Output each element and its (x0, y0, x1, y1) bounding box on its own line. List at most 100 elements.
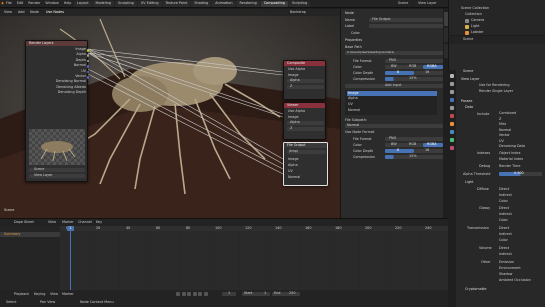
color-mode-rgba[interactable]: RGBA (423, 64, 443, 69)
render-layers-layer-field[interactable]: View Layer (29, 173, 85, 178)
file-format-dropdown-2[interactable]: PNG (385, 136, 443, 141)
dope-sheet-key-menu[interactable]: Key (96, 220, 102, 224)
viewer-use-alpha[interactable]: Use Alpha (288, 109, 305, 113)
inputs-list-item-image[interactable]: Image (347, 91, 437, 96)
summary-channel[interactable]: Summary (0, 232, 60, 237)
render-layers-scene-field[interactable]: Scene (29, 167, 85, 172)
menu-help[interactable]: Help (64, 1, 72, 5)
tab-compositing[interactable]: Compositing (260, 1, 289, 7)
other-environment[interactable]: Environment (499, 266, 521, 270)
use-node-format-checkbox[interactable]: Use Node Format (345, 130, 374, 134)
tab-texture-paint[interactable]: Texture Paint (162, 1, 191, 7)
color-depth-8[interactable]: 8 (385, 70, 414, 75)
render-tab-icon[interactable] (450, 82, 454, 86)
other-emission[interactable]: Emission (499, 260, 514, 264)
compositor-node-editor[interactable]: View Add Node Use Nodes Backdrop Render … (0, 9, 340, 218)
base-path-field[interactable]: C:\Users\User\Desktop\renders\ (345, 51, 443, 55)
tab-sculpting[interactable]: Sculpting (114, 1, 137, 7)
node-name-field[interactable]: File Output (369, 17, 443, 22)
tab-animation[interactable]: Animation (212, 1, 236, 7)
jump-start-icon[interactable] (176, 292, 180, 296)
light-subpanel-heading[interactable]: Light (465, 180, 473, 184)
volume-direct[interactable]: Direct (499, 246, 509, 250)
inputs-list-item-alpha[interactable]: Alpha (348, 96, 358, 100)
tab-layout[interactable]: Layout (74, 1, 92, 7)
menu-window[interactable]: Window (45, 1, 58, 5)
marker-menu[interactable]: Marker (62, 292, 74, 296)
glossy-direct[interactable]: Direct (499, 206, 509, 210)
dope-sheet[interactable]: Dope Sheet View Marker Channel Key Summa… (0, 218, 448, 299)
color-mode-rgb[interactable]: RGB (404, 64, 423, 69)
file-output-base-path[interactable]: /tmp/ (287, 149, 326, 154)
keying-menu[interactable]: Keying (34, 292, 45, 296)
compression-slider[interactable]: 15% (385, 76, 443, 81)
composite-use-alpha[interactable]: Use Alpha (288, 67, 305, 71)
jump-end-icon[interactable] (203, 292, 208, 296)
viewer-node[interactable]: Viewer Use Alpha Image Alpha Z (283, 102, 326, 140)
menu-edit[interactable]: Edit (17, 1, 24, 5)
glossy-indirect[interactable]: Indirect (499, 212, 512, 216)
menu-file[interactable]: File (6, 1, 12, 5)
view-layer-selector[interactable]: View Layer (418, 1, 437, 5)
data-tab-icon[interactable] (450, 138, 454, 142)
current-frame-indicator[interactable]: 1 (67, 226, 74, 231)
file-subpath-field[interactable]: Normal (345, 123, 443, 128)
transmission-color[interactable]: Color (499, 238, 508, 242)
node-panel-heading[interactable]: Node (345, 11, 354, 15)
color-depth-16[interactable]: 16 (414, 70, 443, 75)
color-mode-rgb-2[interactable]: RGB (404, 142, 423, 147)
viewer-header[interactable]: Viewer (284, 103, 325, 108)
data-subpanel-heading[interactable]: Data (465, 105, 473, 109)
view-layer-panel-heading[interactable]: View Layer (461, 77, 480, 81)
play-reverse-icon[interactable] (187, 292, 191, 296)
file-output-node[interactable]: File Output /tmp/ Image Alpha UV Normal (283, 142, 328, 186)
inputs-list[interactable]: Image Alpha UV Normal (345, 90, 437, 115)
modifier-tab-icon[interactable] (450, 130, 454, 134)
view-menu[interactable]: View (50, 292, 58, 296)
socket-image[interactable] (86, 49, 89, 52)
inputs-list-item-normal[interactable]: Normal (348, 108, 360, 112)
color-checkbox[interactable]: Color (351, 31, 360, 35)
color-depth-8-2[interactable]: 8 (385, 148, 414, 153)
output-tab-icon[interactable] (450, 90, 454, 94)
outliner-item-light[interactable]: Light (471, 24, 479, 28)
properties-heading[interactable]: Properties (345, 38, 362, 42)
start-frame-field[interactable]: Start 1 (242, 291, 270, 296)
socket-vector[interactable] (86, 76, 89, 79)
end-frame-field[interactable]: End 250 (272, 291, 300, 296)
socket-uv[interactable] (86, 70, 89, 74)
passes-panel-heading[interactable]: Passes (461, 99, 472, 103)
keyframe-area[interactable] (60, 231, 448, 290)
render-layers-node[interactable]: Render Layers Image Alpha Depth Normal U… (25, 40, 89, 182)
scene-selector[interactable]: Scene (398, 1, 408, 5)
tab-uv-editing[interactable]: UV Editing (137, 1, 162, 7)
dope-sheet-mode-dropdown[interactable]: Dope Sheet (14, 220, 34, 224)
other-shadow[interactable]: Shadow (499, 272, 512, 276)
transmission-direct[interactable]: Direct (499, 226, 509, 230)
color-depth-16-2[interactable]: 16 (414, 148, 443, 153)
tab-scripting[interactable]: Scripting (289, 1, 311, 7)
inputs-list-item-uv[interactable]: UV (348, 102, 353, 106)
world-tab-icon[interactable] (450, 114, 454, 118)
playback-menu[interactable]: Playback (14, 292, 29, 296)
outliner-item-collection[interactable]: Collection (465, 12, 482, 16)
outliner-item-lobster[interactable]: Lobster (471, 30, 484, 34)
properties-search[interactable]: Scene (463, 37, 473, 41)
dope-sheet-marker-menu[interactable]: Marker (62, 220, 74, 224)
next-keyframe-icon[interactable] (198, 292, 202, 296)
object-tab-icon[interactable] (450, 122, 454, 126)
add-input-button[interactable]: Add Input (345, 83, 443, 88)
diffuse-indirect[interactable]: Indirect (499, 193, 512, 197)
color-mode-bw[interactable]: BW (385, 64, 404, 69)
pass-denoising-data[interactable]: Denoising Data (499, 144, 525, 151)
pass-render-time[interactable]: Render Time (499, 164, 520, 168)
compression-slider-2[interactable]: 15% (385, 154, 443, 159)
transmission-indirect[interactable]: Indirect (499, 232, 512, 236)
socket-alpha[interactable] (86, 54, 89, 57)
use-for-rendering-checkbox[interactable]: Use for Rendering (479, 83, 509, 87)
file-format-dropdown[interactable]: PNG (385, 58, 443, 63)
render-single-layer-checkbox[interactable]: Render Single Layer (479, 89, 513, 93)
composite-header[interactable]: Composite (284, 61, 325, 66)
node-label-field[interactable] (369, 24, 443, 28)
scene-tab-icon[interactable] (450, 106, 454, 110)
